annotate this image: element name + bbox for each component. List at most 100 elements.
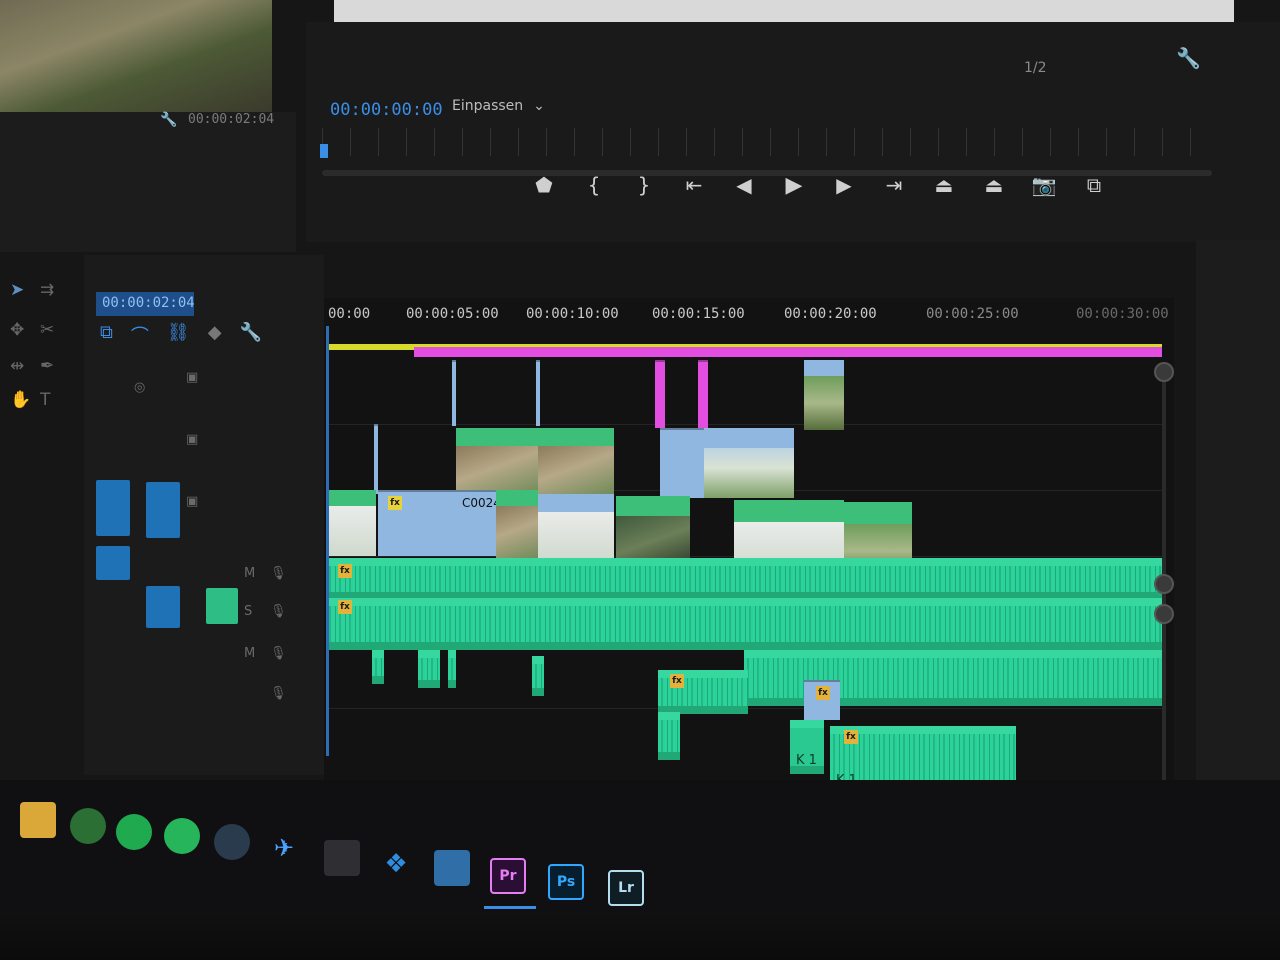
linked-selection-icon[interactable]: ⛓ (167, 322, 190, 348)
step-back-button[interactable]: ◀ (730, 168, 758, 202)
compare-view-button[interactable]: ⧉ (1080, 168, 1108, 202)
microphone-icon[interactable]: 🎙 (270, 686, 287, 701)
audio-clip-a1[interactable]: fx (326, 558, 1162, 600)
timeline-clip[interactable] (374, 424, 378, 494)
app-icon[interactable]: ✈ (266, 830, 302, 866)
track-target-v1[interactable] (146, 482, 180, 538)
fit-dropdown[interactable]: Einpassen ⌄ (452, 98, 545, 114)
active-app-indicator (484, 906, 536, 909)
track-select-icon[interactable]: ⇉ (40, 280, 54, 300)
audio-clip-linked[interactable]: fx (804, 680, 840, 720)
app-icon[interactable]: ❖ (378, 846, 414, 882)
chrome-icon[interactable] (70, 808, 106, 844)
audio-clip[interactable] (658, 712, 680, 760)
ripple-edit-icon[interactable]: ✥ (10, 320, 24, 340)
microphone-icon[interactable]: 🎙 (270, 604, 287, 619)
app-icon[interactable] (214, 824, 250, 860)
source-patch-v1[interactable] (96, 480, 130, 536)
fx-badge: fx (624, 498, 638, 512)
go-to-out-button[interactable]: ⇥ (880, 168, 908, 202)
text-tool-icon[interactable]: T (40, 390, 50, 410)
timeline-clip[interactable] (496, 490, 538, 560)
voice-over-record-button[interactable] (206, 588, 238, 624)
timeline-playhead[interactable] (326, 326, 329, 756)
timeline-clip-c0012[interactable]: fx C0012.MP (704, 428, 794, 498)
marker-icon[interactable]: ◆ (208, 322, 222, 348)
scroll-handle[interactable] (1154, 574, 1174, 594)
scroll-handle[interactable] (1154, 362, 1174, 382)
mark-in-button[interactable]: { (580, 168, 608, 202)
timeline-clip[interactable] (698, 360, 708, 428)
mark-out-button[interactable]: } (630, 168, 658, 202)
program-playhead[interactable] (320, 144, 328, 158)
play-button[interactable]: ▶ (780, 168, 808, 202)
wrench-icon[interactable]: 🔧 (240, 322, 262, 348)
razor-tool-icon[interactable]: ✂ (40, 320, 54, 340)
source-patch-a1[interactable] (96, 546, 130, 580)
timeline-clip[interactable] (655, 360, 665, 428)
timeline-clip-c0024[interactable]: fx C0024 (378, 490, 496, 556)
audio-clip-k1[interactable]: K 1 (790, 720, 824, 774)
resolution-select[interactable]: 1/2 (1024, 60, 1047, 76)
fx-badge: fx (844, 730, 858, 744)
lift-button[interactable]: ⏏ (930, 168, 958, 202)
add-marker-icon: ⬟ (535, 173, 553, 197)
whatsapp-icon[interactable] (164, 818, 200, 854)
step-forward-icon: ▶ (836, 173, 852, 197)
export-frame-button[interactable]: 📷 (1030, 168, 1058, 202)
go-to-in-button[interactable]: ⇤ (680, 168, 708, 202)
clip-label: K 1 (796, 753, 817, 768)
timeline-clip[interactable]: fx (804, 360, 844, 430)
spotify-icon[interactable] (116, 814, 152, 850)
timeline-tools: ⧉ ⌒ ⛓ ◆ 🔧 (100, 322, 262, 348)
fit-dropdown-value: Einpassen (452, 98, 524, 114)
timeline-clip[interactable]: ▦ (456, 428, 538, 496)
timeline-clip[interactable]: fx (538, 428, 614, 496)
timeline-clip[interactable] (660, 428, 704, 498)
premiere-pro-icon[interactable]: Pr (490, 858, 526, 894)
sync-lock-icon[interactable]: ▣ (186, 494, 198, 509)
slip-tool-icon[interactable]: ⇹ (10, 356, 24, 376)
microphone-icon[interactable]: 🎙 (270, 566, 287, 581)
fx-badge: fx (550, 430, 564, 444)
app-icon[interactable] (434, 850, 470, 886)
timeline-clip[interactable] (536, 360, 540, 426)
program-timecode[interactable]: 00:00:00:00 (330, 100, 443, 120)
selection-tool-icon[interactable]: ➤ (10, 280, 24, 300)
scroll-handle[interactable] (1154, 604, 1174, 624)
sync-lock-icon[interactable]: ▣ (186, 370, 198, 385)
app-icon[interactable] (324, 840, 360, 876)
hand-tool-icon[interactable]: ✋ (10, 390, 31, 410)
audio-clip-a2[interactable]: fx (326, 598, 1162, 650)
timeline-clip[interactable]: fx (538, 494, 614, 562)
program-ruler[interactable] (322, 128, 1212, 156)
solo-icon[interactable]: S (244, 604, 252, 619)
timeline-clip[interactable] (452, 360, 456, 426)
microphone-icon[interactable]: 🎙 (270, 646, 287, 661)
extract-button[interactable]: ⏏ (980, 168, 1008, 202)
sequence-timecode[interactable]: 00:00:02:04 (96, 292, 195, 316)
lightroom-icon[interactable]: Lr (608, 870, 644, 906)
file-explorer-icon[interactable] (20, 802, 56, 838)
pen-tool-icon[interactable]: ✒ (40, 356, 54, 376)
wrench-icon[interactable]: 🔧 (160, 112, 177, 128)
add-marker-button[interactable]: ⬟ (530, 168, 558, 202)
timeline-clip-nested[interactable]: fx Verscha (616, 496, 690, 566)
mute-icon[interactable]: M (244, 646, 255, 661)
step-forward-button[interactable]: ▶ (830, 168, 858, 202)
eye-icon[interactable]: ◎ (134, 380, 145, 395)
audio-clip[interactable]: fx (658, 670, 748, 714)
track-target-a1[interactable] (146, 586, 180, 628)
wrench-icon[interactable]: 🔧 (1176, 46, 1201, 70)
sync-lock-icon[interactable]: ▣ (186, 432, 198, 447)
nest-icon[interactable]: ⧉ (100, 322, 113, 348)
fx-badge: fx (550, 496, 564, 510)
mute-icon[interactable]: M (244, 566, 255, 581)
snap-icon[interactable]: ⌒ (131, 322, 149, 348)
timeline-vertical-scrollbar[interactable] (1162, 372, 1166, 832)
compare-view-icon: ⧉ (1086, 173, 1102, 197)
transport-controls: ⬟ {} ⇤ ◀ ▶ ▶ ⇥ ⏏ ⏏ 📷 ⧉ (530, 168, 1108, 202)
timeline-clip[interactable] (328, 490, 376, 556)
ruler-label: 00:00:10:00 (526, 306, 619, 322)
photoshop-icon[interactable]: Ps (548, 864, 584, 900)
